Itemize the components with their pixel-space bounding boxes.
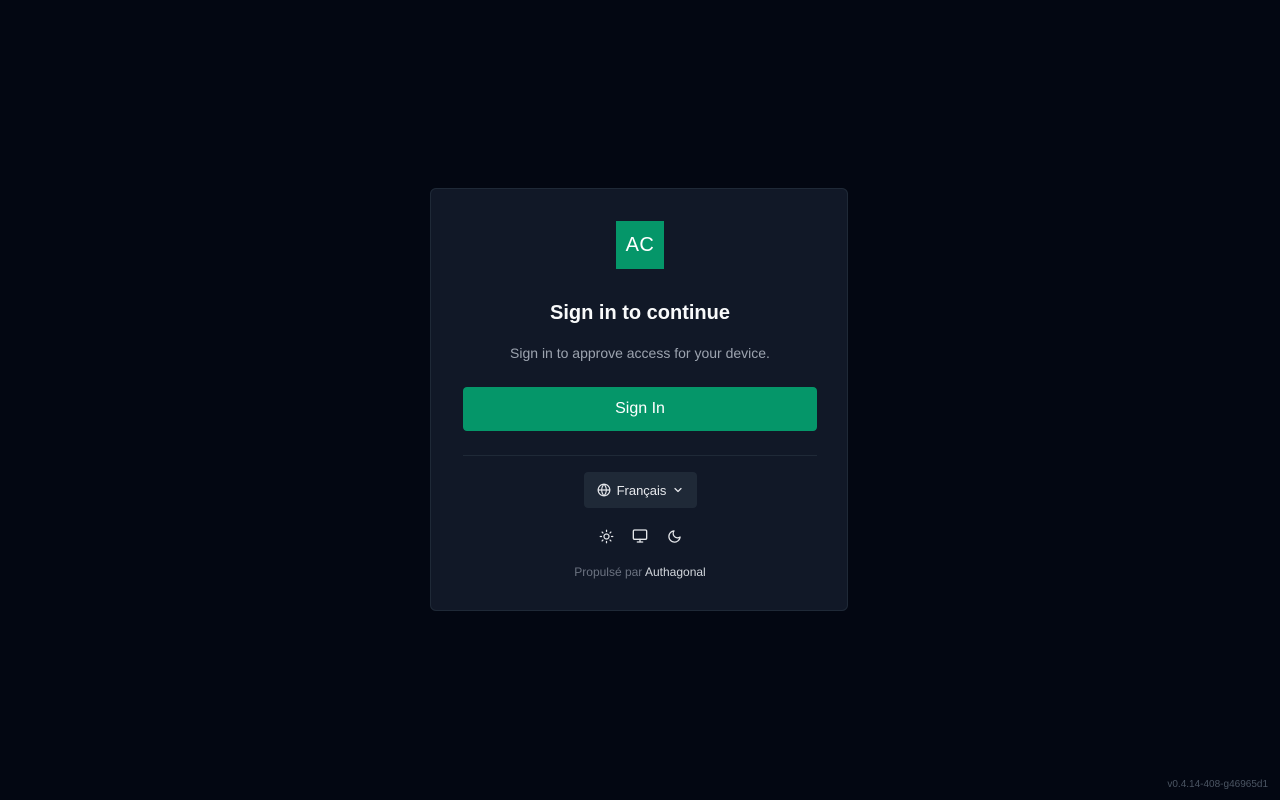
language-label: Français (616, 482, 667, 498)
page: AC Sign in to continue Sign in to approv… (0, 0, 1280, 800)
monitor-icon[interactable] (630, 526, 650, 546)
globe-icon (597, 483, 611, 497)
theme-switcher (431, 526, 849, 546)
app-logo: AC (616, 221, 664, 269)
powered-by-brand: Authagonal (644, 565, 706, 579)
sign-in-button[interactable]: Sign In (463, 387, 817, 431)
powered-by-prefix: Propulsé par (574, 565, 643, 579)
page-title: Sign in to continue (550, 302, 730, 324)
moon-icon[interactable] (664, 526, 684, 546)
powered-by: Propulsé par Authagonal (431, 563, 849, 581)
divider (463, 455, 817, 456)
chevron-down-icon (672, 484, 684, 496)
sun-icon[interactable] (596, 526, 616, 546)
page-subtitle: Sign in to approve access for your devic… (510, 345, 770, 361)
version-label: v0.4.14-408-g46965d1 (1167, 779, 1268, 790)
sign-in-card: AC Sign in to continue Sign in to approv… (430, 188, 848, 611)
language-selector[interactable]: Français (584, 472, 697, 508)
